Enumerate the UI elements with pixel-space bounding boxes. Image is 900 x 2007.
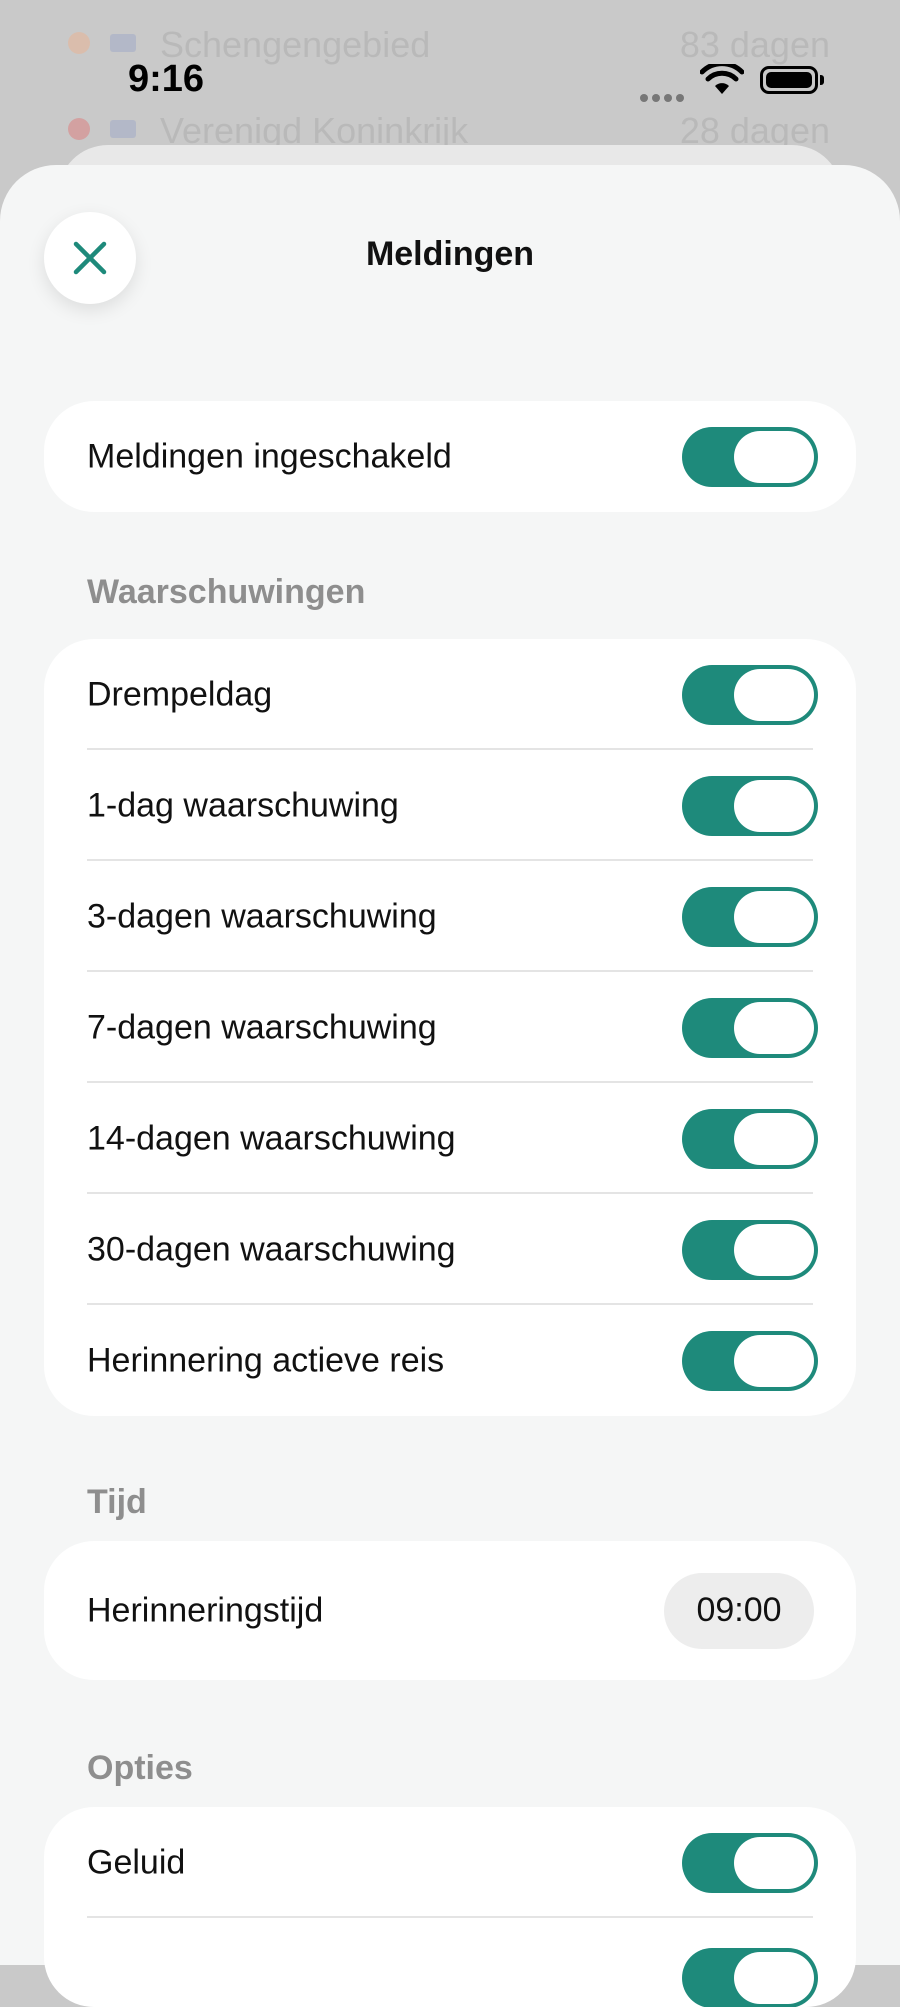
row-label: Drempeldag [87, 675, 273, 713]
options-row-partial [44, 1918, 856, 2007]
notifications-enabled-row: Meldingen ingeschakeld [44, 401, 856, 512]
notifications-sheet: Meldingen Meldingen ingeschakeld Waarsch… [0, 165, 900, 2007]
battery-cap [820, 75, 824, 85]
cellular-icon [640, 89, 688, 107]
sound-toggle[interactable] [682, 1832, 818, 1893]
status-time: 9:16 [128, 58, 205, 100]
fourteen-day-warning-toggle[interactable] [682, 1108, 818, 1169]
battery-icon [760, 66, 818, 94]
row-label: 30-dagen waarschuwing [87, 1230, 456, 1268]
warning-row-14days: 14-dagen waarschuwing [44, 1083, 856, 1194]
row-label: Herinneringstijd [87, 1591, 324, 1629]
notifications-enabled-toggle[interactable] [682, 426, 818, 487]
wifi-icon [700, 64, 744, 94]
warning-row-1day: 1-dag waarschuwing [44, 750, 856, 861]
row-label: 7-dagen waarschuwing [87, 1008, 437, 1046]
section-header-time: Tijd [87, 1483, 147, 1521]
flag-icon [110, 34, 136, 52]
row-label: Geluid [87, 1843, 186, 1881]
seven-day-warning-toggle[interactable] [682, 997, 818, 1058]
warning-row-3days: 3-dagen waarschuwing [44, 861, 856, 972]
thirty-day-warning-toggle[interactable] [682, 1219, 818, 1280]
time-card: Herinneringstijd 09:00 [44, 1541, 856, 1680]
section-header-warnings: Waarschuwingen [87, 573, 366, 611]
background-row-days: 83 dagen [679, 24, 830, 65]
one-day-warning-toggle[interactable] [682, 775, 818, 836]
row-label: 3-dagen waarschuwing [87, 897, 437, 935]
row-label: 1-dag waarschuwing [87, 786, 399, 824]
status-dot-icon [68, 118, 90, 140]
main-toggle-card: Meldingen ingeschakeld [44, 401, 856, 512]
sheet-title: Meldingen [365, 235, 535, 273]
status-dot-icon [68, 32, 90, 54]
sound-row: Geluid [44, 1807, 856, 1918]
warning-row-30days: 30-dagen waarschuwing [44, 1194, 856, 1305]
reminder-time-row: Herinneringstijd 09:00 [44, 1541, 856, 1680]
row-label: Herinnering actieve reis [87, 1341, 445, 1379]
warning-row-threshold: Drempeldag [44, 639, 856, 750]
warnings-card: Drempeldag 1-dag waarschuwing 3-dagen wa… [44, 639, 856, 1416]
reminder-time-picker[interactable]: 09:00 [664, 1572, 814, 1649]
active-trip-reminder-toggle[interactable] [682, 1330, 818, 1391]
warning-row-7days: 7-dagen waarschuwing [44, 972, 856, 1083]
flag-icon [110, 120, 136, 138]
row-label: Meldingen ingeschakeld [87, 437, 452, 475]
options-card: Geluid [44, 1807, 856, 2007]
option-toggle[interactable] [682, 1948, 818, 2007]
warning-row-active-trip: Herinnering actieve reis [44, 1305, 856, 1416]
section-header-options: Opties [87, 1749, 193, 1787]
threshold-day-toggle[interactable] [682, 664, 818, 725]
three-day-warning-toggle[interactable] [682, 886, 818, 947]
row-label: 14-dagen waarschuwing [87, 1119, 456, 1157]
